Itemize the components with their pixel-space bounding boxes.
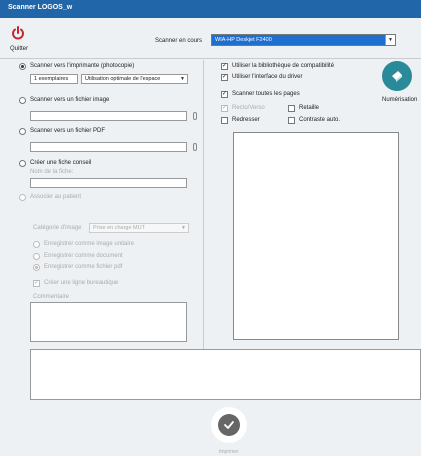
radio-save-unit[interactable] <box>33 241 40 248</box>
option-printer-label: Scanner vers l'imprimante (photocopie) <box>30 63 135 69</box>
comment-label: Commentaire <box>33 294 70 300</box>
driver-checkbox[interactable]: ✓ <box>221 74 228 81</box>
retaille-checkbox[interactable] <box>288 105 295 112</box>
category-select-value: Prise en charge MUT <box>93 225 145 231</box>
fiche-name-label: Nom de la fiche: <box>30 169 74 175</box>
contraste-checkbox[interactable] <box>288 117 295 124</box>
radio-conseil[interactable] <box>19 160 26 167</box>
create-line-label: Créer une ligne bureautique <box>44 280 119 286</box>
compat-label: Utiliser la bibliothèque de compatibilit… <box>232 63 335 69</box>
radio-printer[interactable] <box>19 63 26 70</box>
driver-label: Utiliser l'interface du driver <box>232 74 303 80</box>
category-label: Catégorie d'image <box>33 225 82 231</box>
option-conseil-label: Créer une fiche conseil <box>30 160 92 166</box>
scan-preview <box>233 132 399 340</box>
comment-field[interactable] <box>30 302 187 342</box>
category-select[interactable]: Prise en charge MUT ▼ <box>89 223 189 233</box>
all-pages-label: Scanner toutes les pages <box>232 91 300 97</box>
redresser-checkbox[interactable] <box>221 117 228 124</box>
option-patient-label: Associer au patient <box>30 194 82 200</box>
option-image-label: Scanner vers un fichier image <box>30 97 110 103</box>
recto-verso-label: Recto/Verso <box>232 105 265 111</box>
print-label: Imprimer <box>219 449 239 455</box>
radio-save-doc[interactable] <box>33 253 40 260</box>
create-line-checkbox[interactable]: ✓ <box>33 280 40 287</box>
chevron-down-icon[interactable]: ▼ <box>180 76 185 82</box>
paperclip-icon[interactable] <box>193 143 197 151</box>
radio-save-pdf[interactable] <box>33 264 40 271</box>
scan-label[interactable]: Numérisation <box>382 97 417 103</box>
scanner-select[interactable]: WIA-HP Deskjet F2400 ▼ <box>211 34 396 46</box>
window-title: Scanner LOGOS_w <box>0 0 421 18</box>
retaille-label: Retaille <box>299 105 320 111</box>
image-file-field[interactable] <box>30 111 187 121</box>
radio-image[interactable] <box>19 97 26 104</box>
scanner-select-value: WIA-HP Deskjet F2400 <box>215 37 272 43</box>
fiche-name-field[interactable] <box>30 178 187 188</box>
bottom-text-area[interactable] <box>30 349 421 400</box>
recto-verso-checkbox[interactable]: ✓ <box>221 105 228 112</box>
option-pdf-label: Scanner vers un fichier PDF <box>30 128 106 134</box>
scanner-icon <box>392 71 402 82</box>
scanner-label: Scanner en cours <box>155 38 203 44</box>
usage-select-value: Utilisation optimale de l'espace <box>85 76 161 82</box>
contraste-label: Contraste auto. <box>299 117 341 123</box>
quit-label[interactable]: Quitter <box>10 46 28 52</box>
pdf-file-field[interactable] <box>30 142 187 152</box>
save-pdf-label: Enregistrer comme fichier pdf <box>44 264 123 270</box>
chevron-down-icon[interactable]: ▼ <box>181 225 186 231</box>
header-divider <box>0 58 421 59</box>
panel-divider <box>203 60 204 350</box>
radio-patient[interactable] <box>19 194 26 201</box>
usage-select[interactable]: Utilisation optimale de l'espace ▼ <box>81 74 188 84</box>
copies-field[interactable]: 1 exemplaires <box>30 74 78 84</box>
save-unit-label: Enregistrer comme image unitaire <box>44 241 135 247</box>
checkmark-icon <box>224 421 234 429</box>
paperclip-icon[interactable] <box>193 112 197 120</box>
save-doc-label: Enregistrer comme document <box>44 253 123 259</box>
chevron-down-icon[interactable]: ▼ <box>385 35 395 45</box>
power-icon[interactable] <box>11 26 25 40</box>
redresser-label: Redresser <box>232 117 260 123</box>
compat-checkbox[interactable]: ✓ <box>221 63 228 70</box>
radio-pdf[interactable] <box>19 128 26 135</box>
all-pages-checkbox[interactable]: ✓ <box>221 91 228 98</box>
